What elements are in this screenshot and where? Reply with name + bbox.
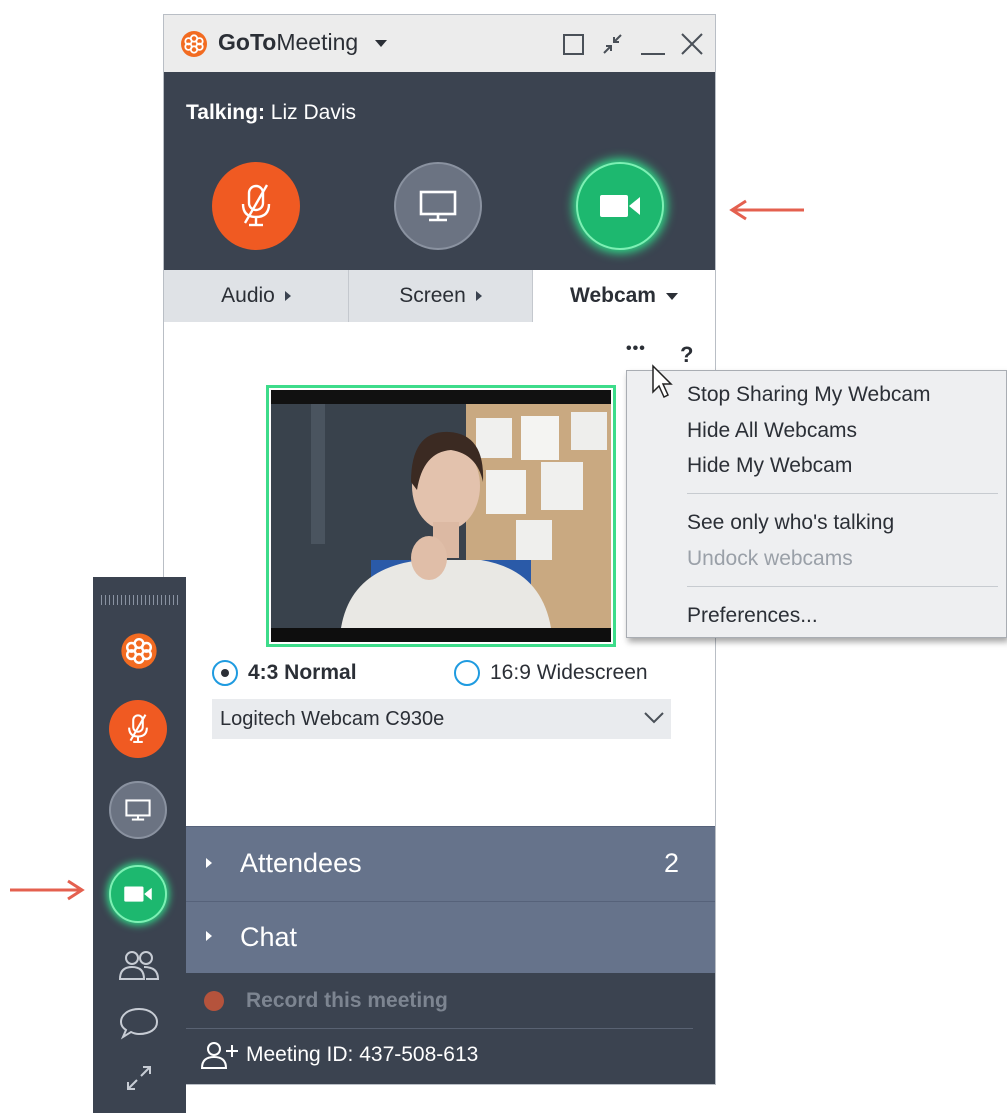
attendees-section[interactable]: Attendees 2 (164, 826, 715, 902)
aspect-widescreen-label: 16:9 Widescreen (490, 661, 648, 684)
menu-item-hide-all-webcams[interactable]: Hide All Webcams (687, 419, 857, 443)
webcam-on-button[interactable] (576, 162, 664, 250)
record-icon (204, 991, 224, 1011)
shrink-icon (603, 34, 622, 54)
brand-light: Meeting (276, 29, 359, 55)
video-camera-icon (600, 195, 640, 217)
sidebar-webcam-button[interactable] (109, 865, 167, 923)
talking-indicator: Talking: Liz Davis (186, 101, 356, 125)
tab-screen[interactable]: Screen (349, 270, 533, 322)
aspect-widescreen-option[interactable]: 16:9 Widescreen (454, 659, 648, 687)
brand-bold: GoTo (218, 29, 277, 55)
tab-webcam[interactable]: Webcam (533, 270, 715, 322)
meeting-id-info[interactable]: Meeting ID: 437-508-613 (200, 1039, 478, 1071)
webcam-preview-frame (266, 385, 616, 647)
tab-audio[interactable]: Audio (164, 270, 349, 322)
webcam-options-menu: Stop Sharing My Webcam Hide All Webcams … (626, 370, 1007, 638)
menu-item-preferences[interactable]: Preferences... (687, 604, 818, 628)
mouse-cursor-icon (651, 364, 675, 400)
tab-audio-label: Audio (221, 284, 275, 307)
add-attendee-icon (200, 1042, 238, 1069)
app-menu-button[interactable]: GoToMeeting (218, 29, 387, 56)
aspect-normal-label: 4:3 Normal (248, 661, 357, 684)
tab-webcam-label: Webcam (570, 284, 656, 307)
attendees-icon[interactable] (117, 948, 161, 982)
control-bar (164, 152, 715, 270)
chevron-right-icon (206, 858, 212, 868)
monitor-icon (419, 190, 457, 222)
maximize-button[interactable] (563, 34, 584, 55)
compact-sidebar (93, 577, 186, 1113)
camera-select-value: Logitech Webcam C930e (220, 707, 445, 730)
radio-unselected-icon (454, 660, 480, 686)
talking-label: Talking: (186, 101, 265, 124)
sidebar-mic-muted-button[interactable] (109, 700, 167, 758)
help-button[interactable]: ? (680, 342, 693, 368)
chat-label: Chat (240, 922, 298, 952)
microphone-muted-icon (128, 714, 148, 743)
talking-name: Liz Davis (270, 101, 356, 124)
video-camera-icon (124, 886, 152, 902)
sidebar-screen-button[interactable] (109, 781, 167, 839)
menu-item-hide-my-webcam[interactable]: Hide My Webcam (687, 454, 852, 478)
talking-bar: Talking: Liz Davis (164, 72, 715, 152)
chevron-down-icon (644, 712, 664, 724)
webcam-preview-image (271, 390, 611, 642)
menu-item-see-only-talking[interactable]: See only who's talking (687, 511, 894, 535)
chevron-down-icon (665, 292, 678, 300)
menu-item-stop-sharing[interactable]: Stop Sharing My Webcam (687, 383, 931, 407)
annotation-arrow-right-icon (8, 878, 88, 902)
radio-selected-icon (212, 660, 238, 686)
aspect-normal-option[interactable]: 4:3 Normal (212, 659, 357, 687)
chevron-right-icon (284, 291, 291, 301)
attendees-label: Attendees (240, 848, 362, 878)
chevron-right-icon (475, 291, 482, 301)
gotomeeting-logo-icon (120, 632, 158, 670)
chevron-down-icon (374, 40, 387, 48)
menu-separator (687, 493, 998, 494)
footer-panel: Record this meeting Meeting ID: 437-508-… (164, 973, 715, 1084)
title-bar: GoToMeeting (164, 15, 715, 72)
more-options-button[interactable]: ••• (626, 340, 646, 358)
gotomeeting-logo-icon (180, 30, 208, 58)
close-button[interactable] (679, 31, 705, 57)
minimize-button[interactable] (641, 53, 665, 55)
chevron-right-icon (206, 931, 212, 941)
share-screen-button[interactable] (394, 162, 482, 250)
expand-icon[interactable] (124, 1063, 154, 1093)
menu-separator (687, 586, 998, 587)
meeting-id-label: Meeting ID: 437-508-613 (246, 1043, 479, 1066)
monitor-icon (125, 799, 151, 821)
attendees-count: 2 (664, 848, 680, 878)
drag-handle[interactable] (101, 595, 179, 605)
microphone-muted-icon (241, 184, 271, 227)
close-icon (681, 33, 703, 55)
mic-muted-button[interactable] (212, 162, 300, 250)
tab-screen-label: Screen (399, 284, 466, 307)
record-label: Record this meeting (246, 989, 448, 1012)
camera-select[interactable]: Logitech Webcam C930e (212, 699, 671, 739)
compact-view-button[interactable] (600, 32, 626, 56)
tab-bar: Audio Screen Webcam (164, 270, 715, 322)
chat-icon[interactable] (118, 1005, 160, 1041)
divider (186, 1028, 693, 1029)
record-meeting-button[interactable]: Record this meeting (186, 986, 448, 1016)
chat-section[interactable]: Chat (164, 901, 715, 974)
menu-item-undock-webcams: Undock webcams (687, 547, 853, 570)
annotation-arrow-left-icon (726, 198, 806, 222)
